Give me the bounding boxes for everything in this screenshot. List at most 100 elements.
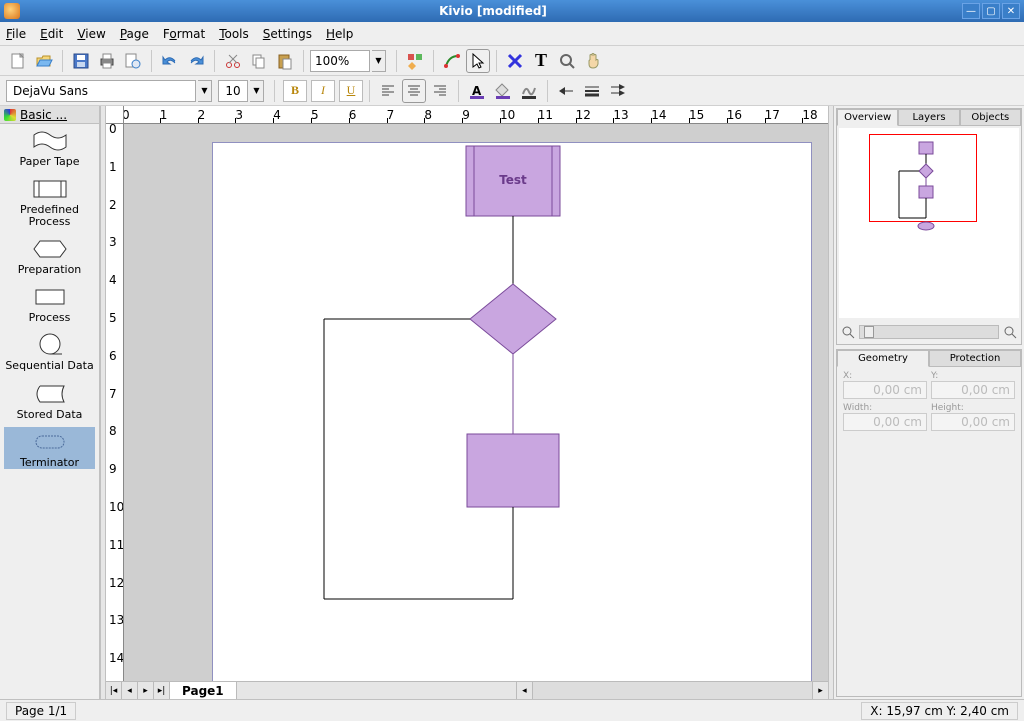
zoom-slider[interactable] (859, 325, 999, 339)
diagram[interactable]: Test (124, 124, 824, 681)
menu-view[interactable]: View (77, 27, 105, 41)
geom-x-input[interactable]: 0,00 cm (843, 381, 927, 399)
new-icon[interactable] (6, 49, 30, 73)
font-dropdown[interactable]: ▼ (198, 80, 212, 102)
shape-test-label: Test (499, 173, 527, 187)
close-button[interactable]: ✕ (1002, 3, 1020, 19)
open-icon[interactable] (32, 49, 56, 73)
redo-icon[interactable] (184, 49, 208, 73)
font-select[interactable]: DejaVu Sans (6, 80, 196, 102)
connector-icon[interactable] (440, 49, 464, 73)
canvas[interactable]: Test (124, 124, 828, 681)
toolbar-main: 100% ▼ T (0, 46, 1024, 76)
overview-body[interactable] (839, 128, 1019, 318)
scroll-left-icon[interactable]: ◂ (516, 682, 532, 699)
tab-first-icon[interactable]: |◂ (106, 682, 122, 700)
app-icon (4, 3, 20, 19)
menu-edit[interactable]: Edit (40, 27, 63, 41)
toolbar-format: DejaVu Sans ▼ 10 ▼ B I U A (0, 76, 1024, 106)
text-color-icon[interactable]: A (465, 79, 489, 103)
page-tab[interactable]: Page1 (170, 682, 237, 699)
status-page: Page 1/1 (6, 702, 76, 720)
paste-icon[interactable] (273, 49, 297, 73)
geom-y-input[interactable]: 0,00 cm (931, 381, 1015, 399)
line-style-icon[interactable] (580, 79, 604, 103)
scroll-right-icon[interactable]: ▸ (812, 682, 828, 699)
overview-zoom (839, 322, 1019, 342)
tab-layers[interactable]: Layers (898, 109, 959, 126)
menu-page[interactable]: Page (120, 27, 149, 41)
zoom-input[interactable]: 100% (310, 50, 370, 72)
arrow-start-icon[interactable] (554, 79, 578, 103)
workarea: Basic ... Paper Tape Predefined Process … (0, 106, 1024, 699)
ruler-horizontal: /* ticks rendered below via loop-like ma… (106, 106, 828, 124)
stencil-process[interactable]: Process (4, 282, 95, 324)
geom-w-input[interactable]: 0,00 cm (843, 413, 927, 431)
pointer-icon[interactable] (466, 49, 490, 73)
menu-file[interactable]: File (6, 27, 26, 41)
tab-overview[interactable]: Overview (837, 109, 898, 126)
menu-format[interactable]: Format (163, 27, 205, 41)
stencil-preparation[interactable]: Preparation (4, 234, 95, 276)
hscrollbar[interactable] (532, 682, 812, 699)
stencil-title: Basic ... (20, 108, 67, 122)
menu-tools[interactable]: Tools (219, 27, 249, 41)
geometry-dock: Geometry Protection X: 0,00 cm Y: 0,00 c… (836, 349, 1022, 697)
fill-color-icon[interactable] (491, 79, 515, 103)
geom-h-label: Height: (931, 403, 1015, 413)
save-icon[interactable] (69, 49, 93, 73)
right-panel: Overview Layers Objects (834, 106, 1024, 699)
arrow-end-icon[interactable] (606, 79, 630, 103)
bottom-bar: |◂ ◂ ▸ ▸| Page1 ◂ ▸ (106, 681, 828, 699)
window-title: Kivio [modified] (26, 4, 960, 18)
font-size-dropdown[interactable]: ▼ (250, 80, 264, 102)
align-left-icon[interactable] (376, 79, 400, 103)
overview-dock: Overview Layers Objects (836, 108, 1022, 345)
tab-objects[interactable]: Objects (960, 109, 1021, 126)
menu-settings[interactable]: Settings (263, 27, 312, 41)
zoom-dropdown[interactable]: ▼ (372, 50, 386, 72)
stencil-sequential-data[interactable]: Sequential Data (4, 330, 95, 372)
pan-icon[interactable] (581, 49, 605, 73)
maximize-button[interactable]: ▢ (982, 3, 1000, 19)
geom-h-input[interactable]: 0,00 cm (931, 413, 1015, 431)
stencil-stored-data[interactable]: Stored Data (4, 379, 95, 421)
statusbar: Page 1/1 X: 15,97 cm Y: 2,40 cm (0, 699, 1024, 721)
cut-icon[interactable] (221, 49, 245, 73)
tab-prev-icon[interactable]: ◂ (122, 682, 138, 700)
print-icon[interactable] (95, 49, 119, 73)
stencil-panel: Basic ... Paper Tape Predefined Process … (0, 106, 100, 699)
tab-protection[interactable]: Protection (929, 350, 1021, 367)
bold-button[interactable]: B (283, 80, 307, 102)
stencils-icon[interactable] (403, 49, 427, 73)
tab-last-icon[interactable]: ▸| (154, 682, 170, 700)
tab-next-icon[interactable]: ▸ (138, 682, 154, 700)
minimize-button[interactable]: — (962, 3, 980, 19)
stencil-list: Paper Tape Predefined Process Preparatio… (0, 124, 99, 699)
align-right-icon[interactable] (428, 79, 452, 103)
delete-icon[interactable] (503, 49, 527, 73)
undo-icon[interactable] (158, 49, 182, 73)
zoom-tool-icon[interactable] (555, 49, 579, 73)
titlebar: Kivio [modified] — ▢ ✕ (0, 0, 1024, 22)
line-color-icon[interactable] (517, 79, 541, 103)
stencil-paper-tape[interactable]: Paper Tape (4, 126, 95, 168)
copy-icon[interactable] (247, 49, 271, 73)
geom-y-label: Y: (931, 371, 1015, 381)
page-tab-controls: |◂ ◂ ▸ ▸| (106, 682, 170, 699)
underline-button[interactable]: U (339, 80, 363, 102)
stencil-header[interactable]: Basic ... (0, 106, 99, 124)
stencil-terminator[interactable]: Terminator (4, 427, 95, 469)
align-center-icon[interactable] (402, 79, 426, 103)
status-coord: X: 15,97 cm Y: 2,40 cm (861, 702, 1018, 720)
text-icon[interactable]: T (529, 49, 553, 73)
zoom-in-icon[interactable] (1001, 323, 1019, 341)
font-size-select[interactable]: 10 (218, 80, 248, 102)
menu-help[interactable]: Help (326, 27, 353, 41)
italic-button[interactable]: I (311, 80, 335, 102)
print-preview-icon[interactable] (121, 49, 145, 73)
canvas-area: /* ticks rendered below via loop-like ma… (106, 106, 828, 699)
tab-geometry[interactable]: Geometry (837, 350, 929, 367)
stencil-predefined-process[interactable]: Predefined Process (4, 174, 95, 228)
zoom-out-icon[interactable] (839, 323, 857, 341)
